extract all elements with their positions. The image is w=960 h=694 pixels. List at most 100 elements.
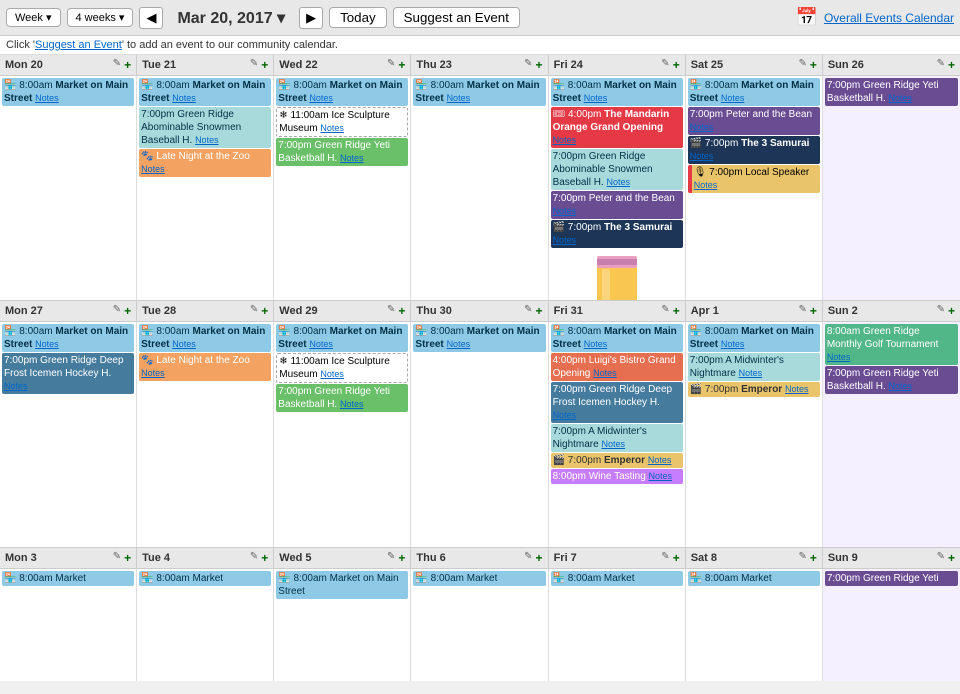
edit-icon-tue4[interactable]: ✎ xyxy=(250,551,258,565)
event-midwinter-apr1[interactable]: 7:00pm A Midwinter's Nightmare Notes xyxy=(688,353,820,381)
edit-icon-wed29[interactable]: ✎ xyxy=(387,304,395,318)
add-icon-sat8[interactable]: + xyxy=(810,551,817,565)
add-icon-tue4[interactable]: + xyxy=(261,551,268,565)
event-market-fri24[interactable]: 🏪 8:00am Market on Main Street Notes xyxy=(551,78,683,106)
event-market-tue4[interactable]: 🏪 8:00am Market xyxy=(139,571,271,586)
add-icon-apr1[interactable]: + xyxy=(810,304,817,318)
edit-icon-mon20[interactable]: ✎ xyxy=(113,58,121,72)
add-icon-mon20[interactable]: + xyxy=(124,58,131,72)
prev-btn[interactable]: ◀ xyxy=(139,7,163,29)
event-mandarin-fri24[interactable]: 🎟 4:00pm The Mandarin Orange Grand Openi… xyxy=(551,107,683,148)
event-peter-fri24[interactable]: 7:00pm Peter and the Bean Notes xyxy=(551,191,683,219)
event-market-mon27[interactable]: 🏪 8:00am Market on Main Street Notes xyxy=(2,324,134,352)
event-basketball-wed29[interactable]: 7:00pm Green Ridge Yeti Basketball H. No… xyxy=(276,384,408,412)
add-icon-tue21[interactable]: + xyxy=(261,58,268,72)
edit-icon-tue28[interactable]: ✎ xyxy=(250,304,258,318)
event-market-sat25[interactable]: 🏪 8:00am Market on Main Street Notes xyxy=(688,78,820,106)
suggest-event-btn[interactable]: Suggest an Event xyxy=(393,7,520,28)
edit-icon-wed5[interactable]: ✎ xyxy=(387,551,395,565)
event-late-tue28[interactable]: 🐾 Late Night at the Zoo Notes xyxy=(139,353,271,381)
event-luigi-fri31[interactable]: 4:00pm Luigi's Bistro Grand Opening Note… xyxy=(551,353,683,381)
week2-headers: Mon 27 ✎+ Tue 28 ✎+ Wed 29 ✎+ Thu 30 ✎+ … xyxy=(0,301,960,322)
add-icon-thu6[interactable]: + xyxy=(536,551,543,565)
event-snowmen-fri24[interactable]: 7:00pm Green Ridge Abominable Snowmen Ba… xyxy=(551,149,683,190)
add-icon-sun26[interactable]: + xyxy=(948,58,955,72)
add-icon-mon27[interactable]: + xyxy=(124,304,131,318)
next-btn[interactable]: ▶ xyxy=(299,7,323,29)
add-icon-fri7[interactable]: + xyxy=(673,551,680,565)
edit-icon-sun9[interactable]: ✎ xyxy=(937,551,945,565)
event-wine-fri31[interactable]: 8:00pm Wine Tasting Notes xyxy=(551,469,683,484)
event-emperor-apr1[interactable]: 🎬 7:00pm Emperor Notes xyxy=(688,382,820,397)
edit-icon-mon3[interactable]: ✎ xyxy=(113,551,121,565)
add-icon-sun9[interactable]: + xyxy=(948,551,955,565)
event-market-wed29[interactable]: 🏪 8:00am Market on Main Street Notes xyxy=(276,324,408,352)
event-market-tue21[interactable]: 🏪 8:00am Market on Main Street Notes xyxy=(139,78,271,106)
event-market-wed5[interactable]: 🏪 8:00am Market on Main Street xyxy=(276,571,408,599)
event-market-tue28[interactable]: 🏪 8:00am Market on Main Street Notes xyxy=(139,324,271,352)
event-peter-sat25[interactable]: 7:00pm Peter and the Bean Notes xyxy=(688,107,820,135)
edit-icon-fri7[interactable]: ✎ xyxy=(661,551,669,565)
event-late-tue21[interactable]: 🐾 Late Night at the Zoo Notes xyxy=(139,149,271,177)
edit-icon-mon27[interactable]: ✎ xyxy=(113,304,121,318)
cell-mon27: 🏪 8:00am Market on Main Street Notes 7:0… xyxy=(0,322,137,546)
range-btn[interactable]: 4 weeks ▾ xyxy=(67,8,134,27)
edit-icon-sat25[interactable]: ✎ xyxy=(798,58,806,72)
event-market-mon3[interactable]: 🏪 8:00am Market xyxy=(2,571,134,586)
event-snowmen-tue21[interactable]: 7:00pm Green Ridge Abominable Snowmen Ba… xyxy=(139,107,271,148)
event-basketball-wed22[interactable]: 7:00pm Green Ridge Yeti Basketball H. No… xyxy=(276,138,408,166)
week1-headers: Mon 20 ✎+ Tue 21 ✎+ Wed 22 ✎+ Thu 23 ✎+ … xyxy=(0,55,960,76)
date-title[interactable]: Mar 20, 2017 ▾ xyxy=(177,8,285,28)
event-market-fri31[interactable]: 🏪 8:00am Market on Main Street Notes xyxy=(551,324,683,352)
event-emperor-fri31[interactable]: 🎬 7:00pm Emperor Notes xyxy=(551,453,683,468)
event-golf-sun2[interactable]: 8:00am Green Ridge Monthly Golf Tourname… xyxy=(825,324,958,365)
event-basketball-sun2[interactable]: 7:00pm Green Ridge Yeti Basketball H. No… xyxy=(825,366,958,394)
add-icon-fri31[interactable]: + xyxy=(673,304,680,318)
edit-icon-sun26[interactable]: ✎ xyxy=(937,58,945,72)
event-local-sat25[interactable]: 🎙 7:00pm Local Speaker Notes xyxy=(688,165,820,193)
event-ice-wed29[interactable]: ❄ 11:00am Ice Sculpture Museum Notes xyxy=(276,353,408,383)
event-market-wed22[interactable]: 🏪 8:00am Market on Main Street Notes xyxy=(276,78,408,106)
add-icon-wed29[interactable]: + xyxy=(398,304,405,318)
event-samurai-fri24[interactable]: 🎬 7:00pm The 3 Samurai Notes xyxy=(551,220,683,248)
edit-icon-thu30[interactable]: ✎ xyxy=(524,304,532,318)
suggest-event-link[interactable]: Suggest an Event xyxy=(35,39,122,51)
event-market-thu23[interactable]: 🏪 8:00am Market on Main Street Notes xyxy=(413,78,545,106)
edit-icon-sat8[interactable]: ✎ xyxy=(798,551,806,565)
edit-icon-fri24[interactable]: ✎ xyxy=(661,58,669,72)
event-market-mon20[interactable]: 🏪 8:00am Market on Main Street Notes xyxy=(2,78,134,106)
add-icon-wed22[interactable]: + xyxy=(398,58,405,72)
add-icon-sat25[interactable]: + xyxy=(810,58,817,72)
add-icon-tue28[interactable]: + xyxy=(261,304,268,318)
add-icon-sun2[interactable]: + xyxy=(948,304,955,318)
edit-icon-apr1[interactable]: ✎ xyxy=(798,304,806,318)
today-btn[interactable]: Today xyxy=(329,7,387,28)
edit-icon-tue21[interactable]: ✎ xyxy=(250,58,258,72)
week-row-3: 🏪 8:00am Market 🏪 8:00am Market 🏪 8:00am… xyxy=(0,569,960,681)
cell-sun26: 7:00pm Green Ridge Yeti Basketball H. No… xyxy=(823,76,960,300)
edit-icon-sun2[interactable]: ✎ xyxy=(937,304,945,318)
event-icemen-fri31[interactable]: 7:00pm Green Ridge Deep Frost Icemen Hoc… xyxy=(551,382,683,423)
week-view-btn[interactable]: Week ▾ xyxy=(6,8,61,27)
event-icemen-mon27[interactable]: 7:00pm Green Ridge Deep Frost Icemen Hoc… xyxy=(2,353,134,394)
event-market-apr1[interactable]: 🏪 8:00am Market on Main Street Notes xyxy=(688,324,820,352)
event-basketball-sun9[interactable]: 7:00pm Green Ridge Yeti xyxy=(825,571,958,586)
edit-icon-thu6[interactable]: ✎ xyxy=(524,551,532,565)
overall-calendar-link[interactable]: Overall Events Calendar xyxy=(824,11,954,25)
edit-icon-wed22[interactable]: ✎ xyxy=(387,58,395,72)
event-samurai-sat25[interactable]: 🎬 7:00pm The 3 Samurai Notes xyxy=(688,136,820,164)
event-market-thu6[interactable]: 🏪 8:00am Market xyxy=(413,571,545,586)
event-midwinter-fri31[interactable]: 7:00pm A Midwinter's Nightmare Notes xyxy=(551,424,683,452)
add-icon-wed5[interactable]: + xyxy=(398,551,405,565)
add-icon-fri24[interactable]: + xyxy=(673,58,680,72)
add-icon-mon3[interactable]: + xyxy=(124,551,131,565)
event-market-fri7[interactable]: 🏪 8:00am Market xyxy=(551,571,683,586)
add-icon-thu23[interactable]: + xyxy=(536,58,543,72)
event-market-sat8[interactable]: 🏪 8:00am Market xyxy=(688,571,820,586)
edit-icon-fri31[interactable]: ✎ xyxy=(661,304,669,318)
event-ice-wed22[interactable]: ❄ 11:00am Ice Sculpture Museum Notes xyxy=(276,107,408,137)
add-icon-thu30[interactable]: + xyxy=(536,304,543,318)
event-market-thu30[interactable]: 🏪 8:00am Market on Main Street Notes xyxy=(413,324,545,352)
edit-icon-thu23[interactable]: ✎ xyxy=(524,58,532,72)
event-basketball-sun26[interactable]: 7:00pm Green Ridge Yeti Basketball H. No… xyxy=(825,78,958,106)
